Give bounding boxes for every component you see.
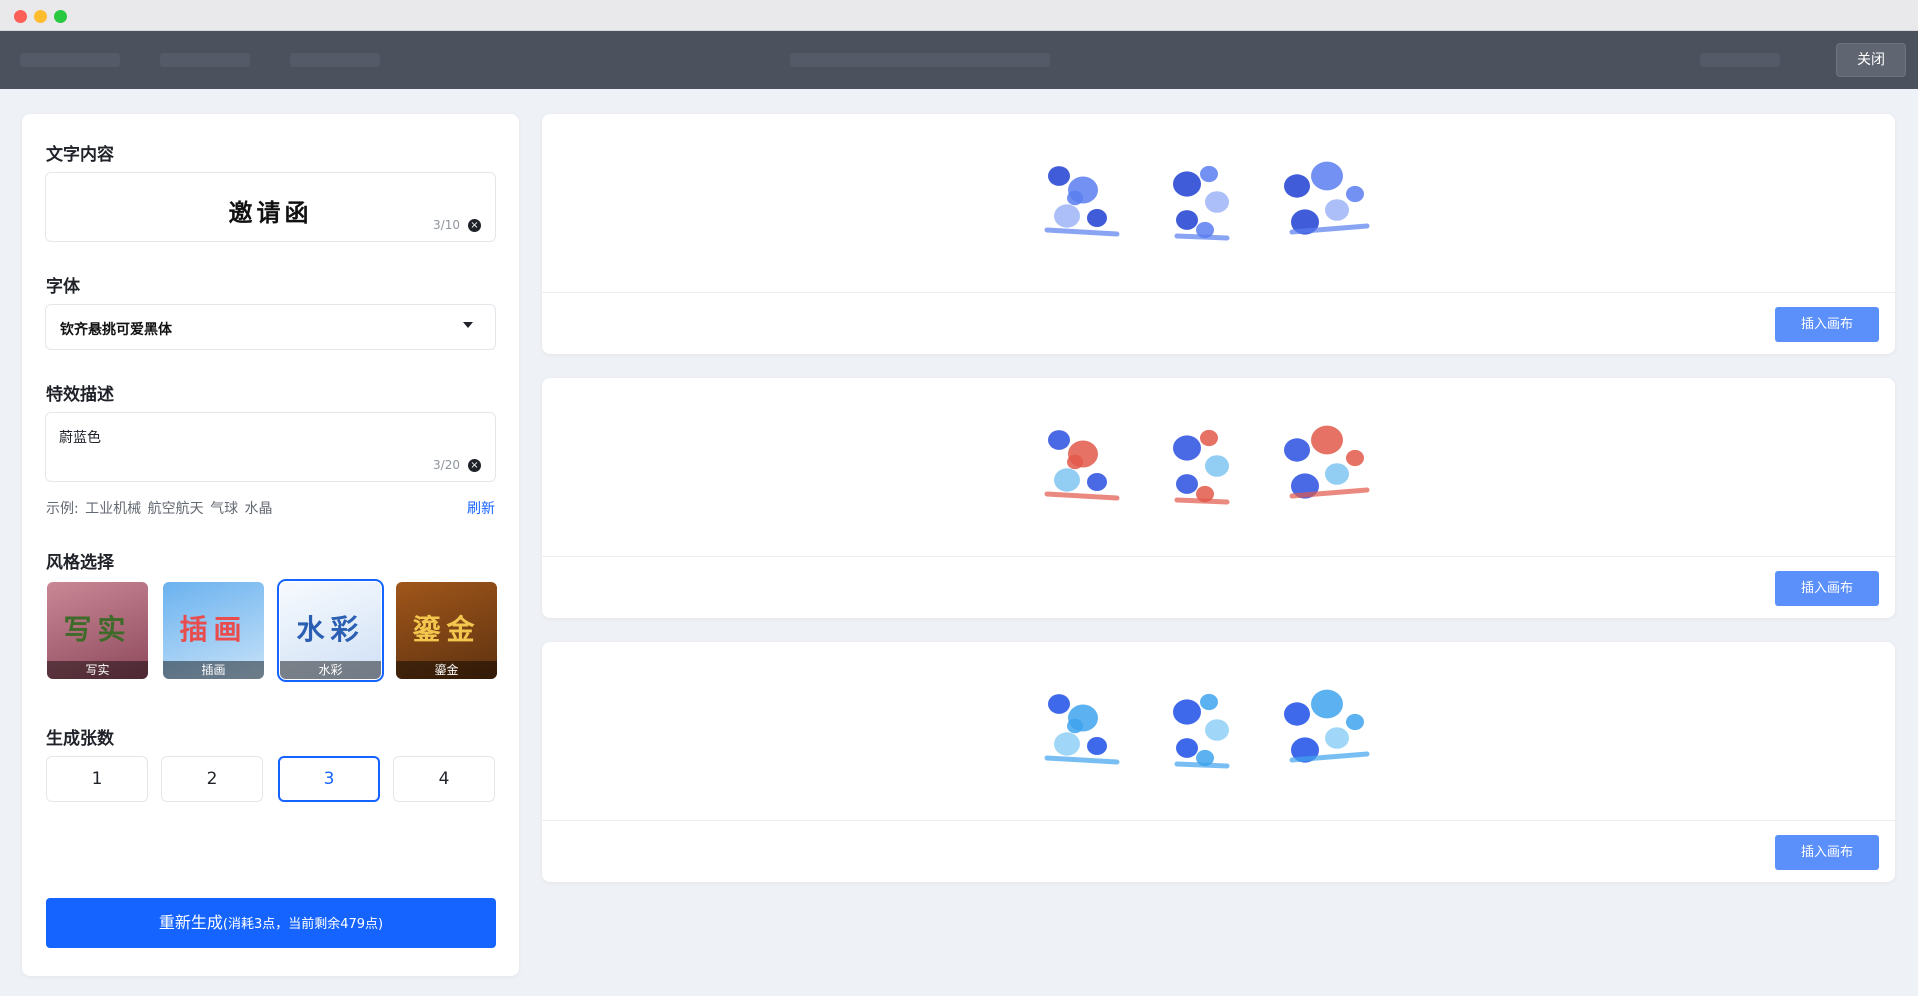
result-card: 插入画布 [542, 378, 1895, 618]
text-content-value: 邀请函 [228, 198, 313, 227]
example-chip[interactable]: 水晶 [245, 501, 273, 517]
generated-art-image [1044, 161, 1370, 241]
example-chip[interactable]: 气球 [210, 501, 238, 517]
text-content-label: 文字内容 [46, 145, 114, 165]
effect-description-label: 特效描述 [46, 385, 114, 405]
regenerate-button[interactable]: 重新生成(消耗3点，当前剩余479点) [46, 898, 496, 948]
style-option-label: 鎏金 [396, 661, 497, 679]
count-option-4[interactable]: 4 [393, 756, 495, 802]
generated-art-image [1044, 689, 1370, 769]
toolbar-placeholder [290, 53, 380, 67]
result-card: 插入画布 [542, 114, 1895, 354]
font-select[interactable]: 钦齐悬挑可爱黑体 [45, 304, 496, 350]
result-preview[interactable] [542, 114, 1895, 293]
effect-char-counter: 3/20 [433, 458, 460, 472]
style-option-label: 写实 [47, 661, 148, 679]
result-card: 插入画布 [542, 642, 1895, 882]
count-option-1[interactable]: 1 [46, 756, 148, 802]
count-option-3[interactable]: 3 [278, 756, 380, 802]
style-preview-text: 插画 [179, 613, 248, 646]
insert-canvas-button[interactable]: 插入画布 [1775, 571, 1879, 606]
insert-canvas-button[interactable]: 插入画布 [1775, 307, 1879, 342]
example-chip[interactable]: 工业机械 [85, 501, 141, 517]
regenerate-label: 重新生成 [158, 913, 223, 932]
text-char-counter: 3/10 [433, 218, 460, 232]
window-maximize-dot[interactable] [54, 10, 67, 23]
insert-canvas-button[interactable]: 插入画布 [1775, 835, 1879, 870]
settings-panel: 文字内容 邀请函 3/10 × 字体 钦齐悬挑可爱黑体 特效描述 蔚蓝色 3/2… [22, 114, 519, 976]
window-close-dot[interactable] [14, 10, 27, 23]
effect-description-input[interactable]: 蔚蓝色 3/20 × [45, 412, 496, 482]
window-titlebar [0, 0, 1918, 31]
effect-description-value: 蔚蓝色 [59, 430, 101, 446]
close-button[interactable]: 关闭 [1836, 43, 1906, 77]
font-select-value: 钦齐悬挑可爱黑体 [60, 322, 172, 338]
result-preview[interactable] [542, 378, 1895, 557]
image-count-label: 生成张数 [46, 729, 114, 749]
window-minimize-dot[interactable] [34, 10, 47, 23]
count-option-2[interactable]: 2 [161, 756, 263, 802]
style-option-illustration[interactable]: 插画 插画 [163, 582, 264, 679]
toolbar-placeholder [1700, 53, 1780, 67]
examples-prefix: 示例: [46, 501, 79, 517]
style-option-watercolor[interactable]: 水彩 水彩 [277, 579, 384, 682]
style-option-realistic[interactable]: 写实 写实 [47, 582, 148, 679]
refresh-examples-link[interactable]: 刷新 [467, 498, 495, 518]
style-preview-text: 写实 [63, 613, 132, 646]
toolbar-placeholder [160, 53, 250, 67]
effect-examples: 示例: 工业机械 航空航天 气球 水晶 [46, 498, 275, 518]
text-content-input[interactable]: 邀请函 3/10 × [45, 172, 496, 242]
generated-art-image [1044, 425, 1370, 505]
result-preview[interactable] [542, 642, 1895, 821]
toolbar-placeholder [790, 53, 1050, 67]
clear-effect-icon[interactable]: × [468, 459, 481, 472]
style-label: 风格选择 [46, 553, 114, 573]
font-label: 字体 [46, 277, 80, 297]
regenerate-cost: (消耗3点，当前剩余479点) [222, 917, 384, 932]
chevron-down-icon [463, 322, 473, 328]
style-option-gilded[interactable]: 鎏金 鎏金 [396, 582, 497, 679]
clear-text-icon[interactable]: × [468, 219, 481, 232]
top-toolbar: 关闭 [0, 31, 1918, 89]
style-option-label: 水彩 [280, 661, 381, 679]
style-option-label: 插画 [163, 661, 264, 679]
example-chip[interactable]: 航空航天 [148, 501, 204, 517]
toolbar-placeholder [20, 53, 120, 67]
style-preview-text: 鎏金 [412, 613, 481, 646]
style-preview-text: 水彩 [296, 613, 365, 646]
